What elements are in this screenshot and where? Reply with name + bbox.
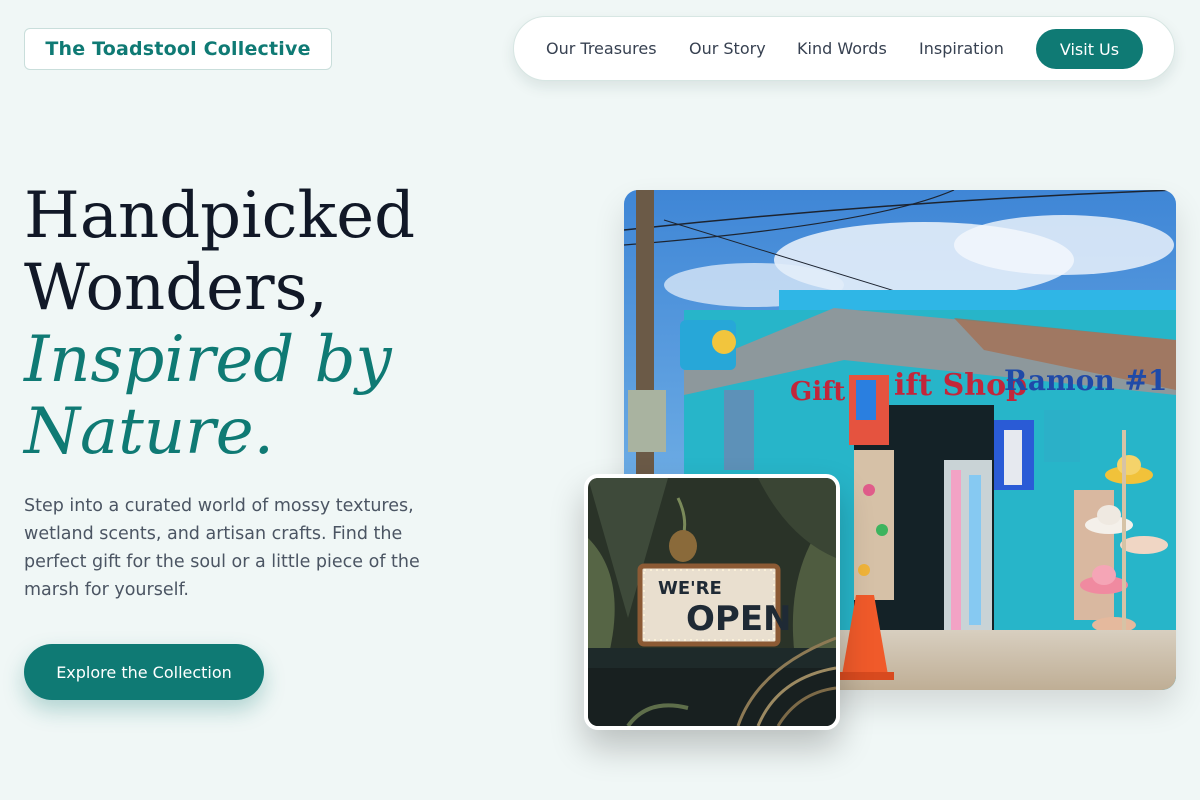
explore-collection-button[interactable]: Explore the Collection [24,644,264,700]
open-sign-photo: WE'RE OPEN [584,474,840,730]
nav-item-our-treasures[interactable]: Our Treasures [546,17,657,80]
nav-item-inspiration[interactable]: Inspiration [919,17,1004,80]
open-sign-bottom: OPEN [686,599,792,639]
hero-title-line-1: Handpicked [24,179,416,253]
visit-us-button[interactable]: Visit Us [1036,29,1143,69]
main-nav: Our Treasures Our Story Kind Words Inspi… [513,16,1175,81]
hero-title-line-2: Wonders, [24,251,328,325]
shop-sign-left: Gift [790,377,845,407]
nav-item-kind-words[interactable]: Kind Words [797,17,887,80]
nav-item-our-story[interactable]: Our Story [689,17,766,80]
hero-title-accent-line-2: Nature. [24,395,274,469]
open-sign-top: WE'RE [658,578,722,599]
hero-title-accent-line-1: Inspired by [24,323,392,397]
brand-logo[interactable]: The Toadstool Collective [24,28,332,70]
shop-sign-right: Ramon #1 [1004,364,1167,397]
hero-title: Handpicked Wonders, Inspired by Nature. [24,180,544,468]
hero-description: Step into a curated world of mossy textu… [24,496,420,600]
